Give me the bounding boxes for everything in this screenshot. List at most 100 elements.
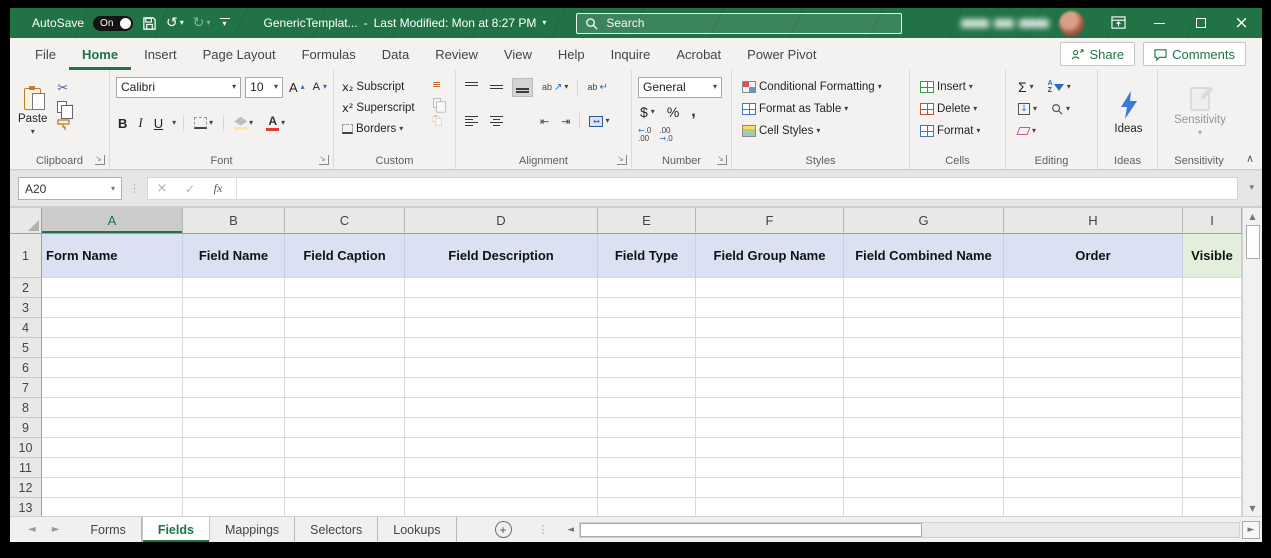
row-header-6[interactable]: 6 (10, 358, 42, 378)
cell-e12[interactable] (598, 478, 696, 498)
vertical-scroll-thumb[interactable] (1245, 225, 1260, 259)
cell-d8[interactable] (405, 398, 598, 418)
cell-e3[interactable] (598, 298, 696, 318)
column-header-b[interactable]: B (183, 208, 285, 234)
menu-tab-home[interactable]: Home (69, 38, 131, 70)
orientation-button[interactable]: ab ↗ ▾ (539, 79, 571, 96)
cell-b1[interactable]: Field Name (183, 234, 285, 278)
prev-sheet-icon[interactable]: ◄ (28, 524, 36, 535)
sheet-tab-forms[interactable]: Forms (75, 517, 142, 542)
cell-e6[interactable] (598, 358, 696, 378)
paste-button[interactable]: Paste ▾ (16, 76, 49, 148)
merge-center-button[interactable]: ↔ ▾ (586, 113, 612, 130)
cell-a6[interactable] (42, 358, 183, 378)
cell-e10[interactable] (598, 438, 696, 458)
cell-f2[interactable] (696, 278, 844, 298)
comma-style-button[interactable]: , (689, 103, 697, 121)
copy-alt-button[interactable] (433, 98, 446, 113)
cell-h13[interactable] (1004, 498, 1183, 516)
save-button[interactable] (142, 16, 157, 31)
bottom-align-button[interactable] (512, 77, 533, 97)
cell-d10[interactable] (405, 438, 598, 458)
cell-g3[interactable] (844, 298, 1004, 318)
cell-d11[interactable] (405, 458, 598, 478)
sort-filter-button[interactable]: A Z ▾ (1046, 80, 1073, 94)
cell-a11[interactable] (42, 458, 183, 478)
cell-i5[interactable] (1183, 338, 1242, 358)
fill-color-button[interactable]: ▾ (231, 114, 256, 133)
horizontal-scroll-thumb[interactable] (579, 522, 923, 537)
menu-tab-insert[interactable]: Insert (131, 38, 190, 70)
cell-i6[interactable] (1183, 358, 1242, 378)
cell-e8[interactable] (598, 398, 696, 418)
cell-i10[interactable] (1183, 438, 1242, 458)
autosum-button[interactable]: Σ ▾ (1016, 79, 1036, 95)
conditional-formatting-button[interactable]: Conditional Formatting ▾ (740, 81, 884, 93)
minimize-button[interactable] (1139, 8, 1180, 38)
menu-tab-inquire[interactable]: Inquire (598, 38, 664, 70)
autosave-toggle[interactable]: On (93, 15, 134, 31)
cell-f5[interactable] (696, 338, 844, 358)
cell-a7[interactable] (42, 378, 183, 398)
cell-g4[interactable] (844, 318, 1004, 338)
align-left-button[interactable] (462, 113, 481, 130)
font-dialog-launcher[interactable]: ↘ (319, 155, 329, 165)
collapse-ribbon-button[interactable]: ∧ (1246, 152, 1254, 165)
borders-button[interactable]: ▾ (191, 114, 216, 132)
cell-a2[interactable] (42, 278, 183, 298)
cell-f7[interactable] (696, 378, 844, 398)
formula-input[interactable]: × ✓ fx (147, 177, 1238, 200)
cell-g12[interactable] (844, 478, 1004, 498)
cell-a10[interactable] (42, 438, 183, 458)
cell-h9[interactable] (1004, 418, 1183, 438)
cell-f10[interactable] (696, 438, 844, 458)
cell-e9[interactable] (598, 418, 696, 438)
column-header-g[interactable]: G (844, 208, 1004, 234)
cell-e11[interactable] (598, 458, 696, 478)
column-header-i[interactable]: I (1183, 208, 1242, 234)
cell-h11[interactable] (1004, 458, 1183, 478)
clear-button[interactable]: ▾ (1016, 127, 1038, 135)
cancel-entry-icon[interactable]: × (148, 181, 176, 196)
row-header-4[interactable]: 4 (10, 318, 42, 338)
cell-d2[interactable] (405, 278, 598, 298)
cell-h7[interactable] (1004, 378, 1183, 398)
vertical-scrollbar[interactable]: ▲ ▼ (1242, 208, 1262, 516)
format-painter-button[interactable] (57, 119, 71, 131)
row-header-3[interactable]: 3 (10, 298, 42, 318)
cell-c8[interactable] (285, 398, 405, 418)
cell-d6[interactable] (405, 358, 598, 378)
decrease-decimal-button[interactable]: .00 →.0 (659, 127, 672, 143)
cell-b2[interactable] (183, 278, 285, 298)
cell-styles-button[interactable]: Cell Styles ▾ (740, 125, 822, 137)
cell-b8[interactable] (183, 398, 285, 418)
share-button[interactable]: Share (1060, 42, 1136, 66)
cell-d7[interactable] (405, 378, 598, 398)
menu-tab-acrobat[interactable]: Acrobat (663, 38, 734, 70)
undo-button[interactable]: ↺ ▾ (166, 16, 184, 30)
cell-c6[interactable] (285, 358, 405, 378)
cut-button[interactable]: ✂ (57, 82, 73, 95)
cell-b13[interactable] (183, 498, 285, 516)
paste-alt-button[interactable] (432, 115, 442, 126)
cell-g2[interactable] (844, 278, 1004, 298)
redo-button[interactable]: ↻ ▾ (193, 16, 211, 30)
clipboard-dialog-launcher[interactable]: ↘ (95, 155, 105, 165)
sheet-tab-fields[interactable]: Fields (141, 517, 210, 542)
bold-button[interactable]: B (116, 116, 129, 131)
insert-function-button[interactable]: fx (204, 181, 232, 196)
alignment-dialog-launcher[interactable]: ↘ (617, 155, 627, 165)
cell-d1[interactable]: Field Description (405, 234, 598, 278)
cell-c4[interactable] (285, 318, 405, 338)
ribbon-display-options-button[interactable] (1098, 8, 1139, 38)
borders-menu-button[interactable]: Borders ▾ (340, 123, 405, 135)
font-name-combo[interactable]: Calibri ▾ (116, 76, 242, 98)
cell-h2[interactable] (1004, 278, 1183, 298)
cell-f8[interactable] (696, 398, 844, 418)
new-sheet-button[interactable]: + (494, 521, 512, 538)
cell-a1[interactable]: Form Name (42, 234, 183, 278)
cell-f9[interactable] (696, 418, 844, 438)
user-avatar[interactable] (1059, 10, 1084, 36)
select-all-button[interactable] (10, 208, 42, 234)
menu-tab-file[interactable]: File (22, 38, 69, 70)
